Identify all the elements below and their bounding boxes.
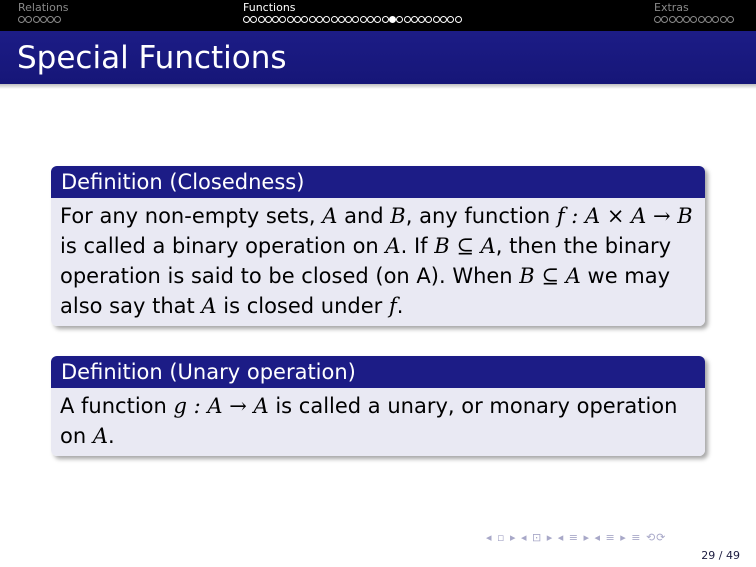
nav-frame-dots[interactable]	[243, 16, 462, 25]
text: operation is said to be closed (on A). W…	[60, 264, 520, 288]
math: g : A → A	[173, 394, 269, 418]
nav-frame-dot[interactable]	[403, 16, 411, 23]
nav-frame-dot[interactable]	[250, 16, 258, 23]
nav-frame-dot[interactable]	[294, 16, 302, 23]
nav-frame-dot[interactable]	[396, 16, 404, 23]
nav-frame-dot[interactable]	[315, 16, 323, 23]
nav-frame-dot[interactable]	[257, 16, 265, 23]
nav-frame-dot[interactable]	[697, 16, 705, 23]
text: .	[108, 424, 115, 448]
text: is called a unary, or monary operation	[268, 394, 678, 418]
nav-frame-dot[interactable]	[367, 16, 375, 23]
nav-frame-dot[interactable]	[410, 16, 418, 23]
nav-frame-dot[interactable]	[47, 16, 55, 23]
nav-frame-dot[interactable]	[330, 16, 338, 23]
math: A	[92, 424, 109, 448]
text: For any non-empty sets,	[60, 204, 323, 228]
nav-frame-dot[interactable]	[683, 16, 691, 23]
page-number: 29 / 49	[701, 549, 740, 562]
nav-section-label[interactable]: Functions	[243, 1, 462, 14]
nav-frame-dot[interactable]	[374, 16, 382, 23]
math: B ⊆ A	[519, 264, 581, 288]
nav-frame-dot[interactable]	[18, 16, 25, 23]
math: A	[322, 204, 338, 228]
nav-frame-dot[interactable]	[308, 16, 316, 23]
math: f : A × A → B	[556, 204, 693, 228]
definition-heading: Definition (Unary operation)	[51, 356, 705, 388]
definition-line: A function g : A → A is called a unary, …	[60, 391, 697, 421]
nav-frame-dot[interactable]	[726, 16, 734, 23]
nav-frame-dot[interactable]	[712, 16, 720, 23]
nav-frame-dot[interactable]	[668, 16, 676, 23]
text: is called a binary operation on	[60, 234, 386, 258]
definition-block-unary-operation: Definition (Unary operation) A function …	[51, 356, 705, 456]
math: A	[385, 234, 401, 258]
nav-frame-dot[interactable]	[719, 16, 727, 23]
nav-frame-dots[interactable]	[654, 16, 734, 25]
nav-frame-dot[interactable]	[32, 16, 40, 23]
slide-title-bar: Special Functions	[0, 31, 756, 84]
definition-line: on A.	[60, 421, 697, 451]
definition-block-closedness: Definition (Closedness) For any non-empt…	[51, 166, 705, 326]
nav-frame-dot[interactable]	[272, 16, 280, 23]
definition-line: is called a binary operation on A. If B …	[60, 231, 697, 261]
nav-frame-dot[interactable]	[54, 16, 62, 23]
section-navigation-bar: Relations Functions Extras	[0, 0, 756, 31]
nav-frame-dot[interactable]	[345, 16, 353, 23]
nav-section-relations[interactable]: Relations	[18, 1, 69, 25]
nav-frame-dot[interactable]	[661, 16, 669, 23]
nav-frame-dot[interactable]	[264, 16, 272, 23]
definition-body: A function g : A → A is called a unary, …	[51, 388, 705, 456]
text: A function	[60, 394, 174, 418]
text: on	[60, 424, 93, 448]
text: we may	[580, 264, 671, 288]
slide-title: Special Functions	[17, 40, 287, 76]
text: , then the binary	[495, 234, 672, 258]
definition-line: also say that A is closed under f.	[60, 291, 697, 321]
nav-frame-dot[interactable]	[432, 16, 440, 23]
math: B	[390, 204, 406, 228]
definition-heading: Definition (Closedness)	[51, 166, 705, 198]
title-bar-shadow	[0, 84, 756, 89]
nav-frame-dot[interactable]	[352, 16, 360, 23]
text: .	[396, 294, 404, 318]
nav-frame-dot[interactable]	[337, 16, 345, 23]
nav-frame-dot[interactable]	[243, 16, 250, 23]
nav-frame-dot[interactable]	[286, 16, 294, 23]
definition-line: For any non-empty sets, A and B, any fun…	[60, 201, 697, 231]
definition-body: For any non-empty sets, A and B, any fun…	[51, 198, 705, 326]
nav-section-extras[interactable]: Extras	[654, 1, 734, 25]
nav-frame-dot[interactable]	[705, 16, 713, 23]
nav-frame-dot[interactable]	[690, 16, 698, 23]
text: . If	[400, 234, 435, 258]
nav-section-functions[interactable]: Functions	[243, 1, 462, 25]
math: A	[201, 294, 217, 318]
nav-frame-dot[interactable]	[454, 16, 462, 23]
nav-section-label[interactable]: Relations	[18, 1, 69, 14]
nav-frame-dot[interactable]	[359, 16, 367, 23]
nav-frame-dot[interactable]	[381, 16, 389, 23]
text: and	[337, 204, 391, 228]
nav-frame-dot[interactable]	[279, 16, 287, 23]
math: B ⊆ A	[434, 234, 496, 258]
nav-frame-dot-current[interactable]	[388, 16, 396, 23]
nav-section-label[interactable]: Extras	[654, 1, 734, 14]
nav-frame-dot[interactable]	[440, 16, 448, 23]
nav-frame-dot[interactable]	[323, 16, 331, 23]
text: , any function	[405, 204, 557, 228]
text: is closed under	[216, 294, 389, 318]
nav-frame-dots[interactable]	[18, 16, 69, 25]
nav-frame-dot[interactable]	[425, 16, 433, 23]
nav-frame-dot[interactable]	[301, 16, 309, 23]
math: f	[388, 294, 397, 318]
nav-frame-dot[interactable]	[447, 16, 455, 23]
nav-frame-dot[interactable]	[39, 16, 47, 23]
definition-line: operation is said to be closed (on A). W…	[60, 261, 697, 291]
nav-frame-dot[interactable]	[654, 16, 661, 23]
nav-frame-dot[interactable]	[675, 16, 683, 23]
beamer-navigation-icons[interactable]: ◂ ▫ ▸ ◂ ⊡ ▸ ◂ ≡ ▸ ◂ ≡ ▸ ≡ ⟲⟳	[486, 531, 666, 544]
nav-frame-dot[interactable]	[25, 16, 33, 23]
nav-frame-dot[interactable]	[418, 16, 426, 23]
text: also say that	[60, 294, 202, 318]
